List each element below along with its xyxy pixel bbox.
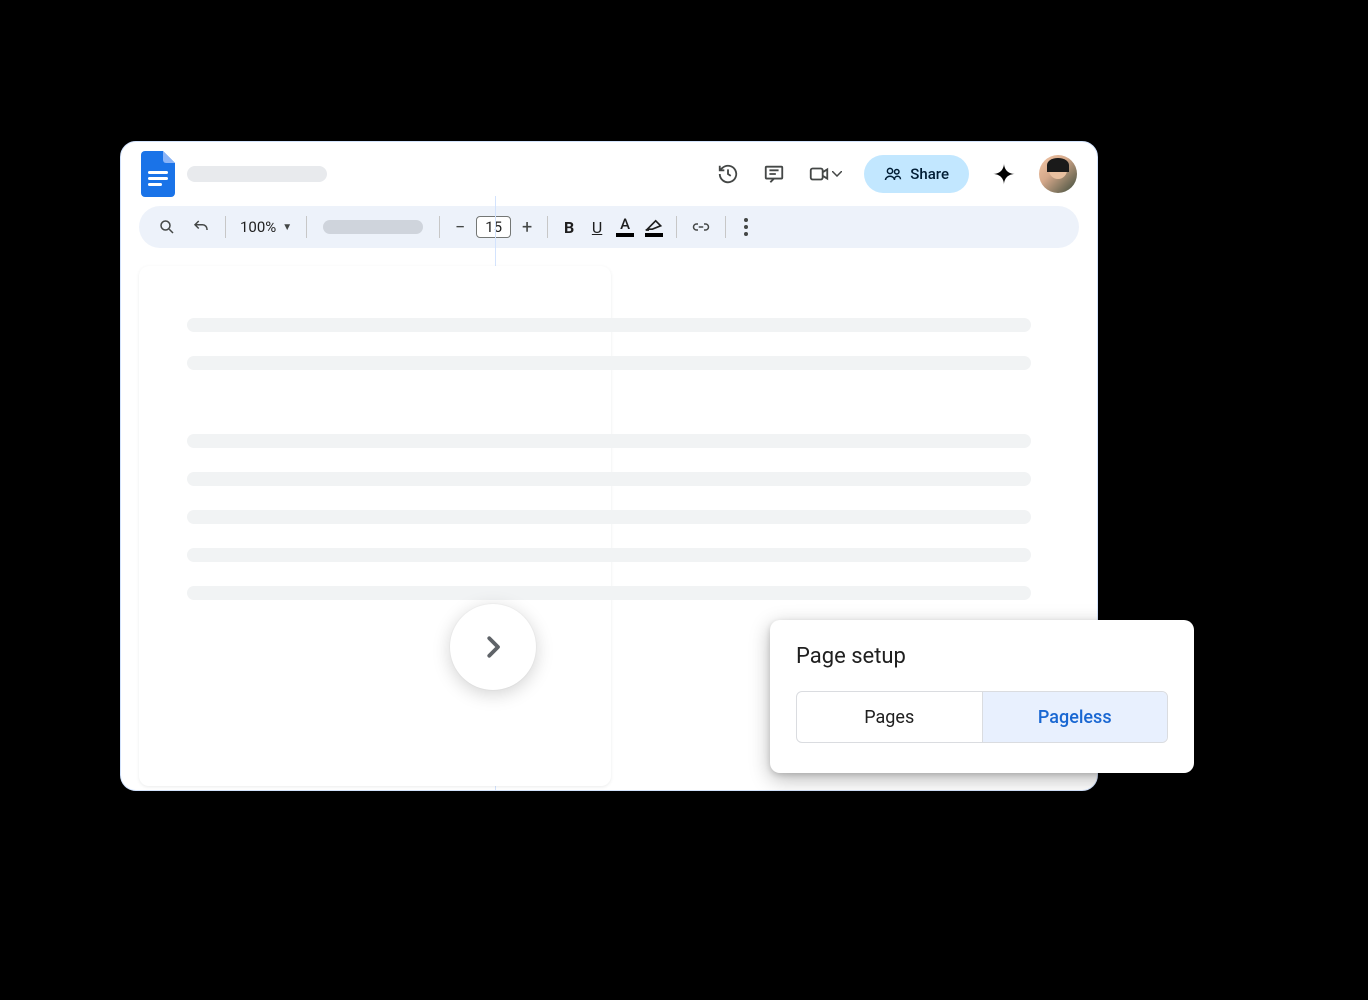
comment-icon[interactable] [762,162,786,186]
font-size-stepper: − 15 + [450,216,537,238]
undo-icon[interactable] [187,213,215,241]
separator [725,216,726,238]
chevron-right-icon [478,632,508,662]
share-button[interactable]: Share [864,155,969,193]
text-color-button[interactable]: A [614,217,636,237]
separator [676,216,677,238]
text-placeholder-line [187,318,1031,332]
font-family-placeholder[interactable] [323,220,423,234]
zoom-dropdown[interactable]: 100% ▼ [236,218,296,236]
gemini-spark-icon[interactable] [991,161,1017,187]
pages-option[interactable]: Pages [797,692,982,742]
caret-down-icon: ▼ [282,222,292,233]
separator [439,216,440,238]
page-setup-popover: Page setup Pages Pageless [770,620,1194,773]
more-options-icon[interactable] [736,218,756,236]
separator [547,216,548,238]
document-page [139,266,611,786]
highlight-color-button[interactable] [642,218,666,237]
font-size-input[interactable]: 15 [476,216,511,238]
text-placeholder-line [187,510,1031,524]
video-call-button[interactable] [808,163,842,185]
caret-down-icon [832,171,842,177]
text-placeholder-line [187,472,1031,486]
separator [225,216,226,238]
header-actions: Share [716,155,1077,193]
docs-logo-icon[interactable] [141,151,175,197]
font-size-increase[interactable]: + [517,217,537,238]
text-placeholder-line [187,434,1031,448]
account-avatar[interactable] [1039,155,1077,193]
text-placeholder-line [187,548,1031,562]
pageless-option[interactable]: Pageless [982,692,1168,742]
document-title-placeholder[interactable] [187,166,327,182]
font-size-decrease[interactable]: − [450,217,470,238]
history-icon[interactable] [716,162,740,186]
text-placeholder-line [187,356,1031,370]
share-label: Share [910,165,949,183]
insert-link-icon[interactable] [687,213,715,241]
search-icon[interactable] [153,213,181,241]
people-icon [884,165,902,183]
formatting-toolbar: 100% ▼ − 15 + B U A [139,206,1079,248]
page-setup-title: Page setup [796,644,1168,669]
page-mode-segmented-control: Pages Pageless [796,691,1168,743]
separator [306,216,307,238]
bold-button[interactable]: B [558,218,580,237]
text-placeholder-line [187,586,1031,600]
header-bar: Share [121,142,1097,206]
expand-chevron-fab[interactable] [450,604,536,690]
underline-button[interactable]: U [586,218,608,237]
zoom-value: 100% [240,218,276,236]
